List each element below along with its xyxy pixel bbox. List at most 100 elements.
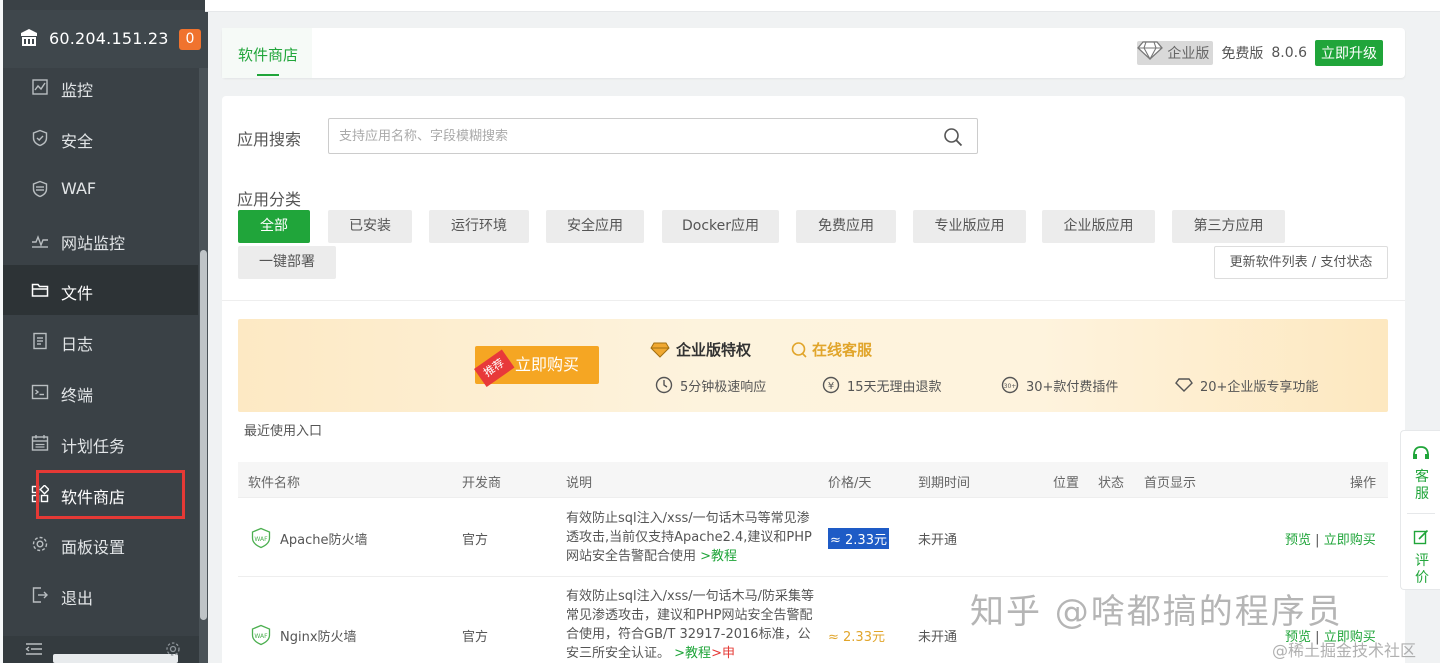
row-actions: 预览 | 立即购买 [1285, 529, 1376, 548]
category-label: 应用分类 [237, 190, 302, 209]
software-name-label: Apache防火墙 [280, 532, 368, 548]
upgrade-button[interactable]: 立即升级 [1315, 40, 1383, 66]
sidebar-item-waf[interactable]: WAF [3, 164, 198, 214]
sidebar-item-label: 日志 [61, 335, 94, 354]
sidebar-item-label: 退出 [61, 589, 94, 608]
tutorial-link[interactable]: >教程 [674, 646, 711, 661]
sidebar-item-logout[interactable]: 退出 [3, 570, 198, 620]
desc-text: 有效防止sql注入/xss/一句话木马等常见渗透攻击,当前仅支持Apache2.… [566, 511, 812, 564]
sidebar-item-label: 终端 [61, 386, 94, 405]
svg-text:WAF: WAF [254, 536, 268, 543]
col-location: 位置 [1053, 476, 1080, 491]
tab-bar: 软件商店 企业版 免费版 8.0.6 立即升级 [222, 28, 1405, 78]
category-security[interactable]: 安全应用 [546, 210, 644, 243]
sidebar-item-label: 监控 [61, 81, 94, 100]
software-price: ≈ 2.33元 [828, 630, 885, 645]
col-expire: 到期时间 [918, 476, 971, 491]
sidebar-item-label: WAF [61, 179, 97, 198]
calendar-icon [31, 435, 49, 451]
sidebar-footer [3, 636, 199, 663]
sidebar-item-logs[interactable]: 日志 [3, 316, 198, 366]
sidebar-scrollbar-thumb[interactable] [200, 250, 207, 620]
category-all[interactable]: 全部 [238, 210, 310, 243]
enterprise-edition-label: 企业版 [1167, 46, 1210, 62]
search-icon[interactable] [943, 127, 963, 147]
sidebar-item-terminal[interactable]: 终端 [3, 367, 198, 417]
sidebar: 60.204.151.23 0 监控 安全 WAF 网站监控 文件 日志 终端 … [0, 0, 208, 663]
sidebar-item-security[interactable]: 安全 [3, 113, 198, 163]
watermark-sub: @稀土掘金技术社区 [1272, 641, 1417, 660]
collapse-menu-icon[interactable] [25, 642, 43, 656]
software-name: WAF Nginx防火墙 [250, 624, 357, 646]
search-input[interactable] [329, 119, 929, 153]
col-homepage: 首页显示 [1144, 476, 1197, 491]
logout-icon [32, 587, 48, 603]
waf-shield-icon [32, 180, 48, 198]
server-header: 60.204.151.23 0 [3, 10, 208, 68]
shield-icon [32, 129, 48, 147]
category-enterprise[interactable]: 企业版应用 [1042, 210, 1155, 243]
settings-gear-icon[interactable] [165, 641, 181, 657]
monitor-icon [32, 79, 48, 95]
sidebar-item-files[interactable]: 文件 [3, 265, 198, 315]
col-status: 状态 [1098, 476, 1125, 491]
sidebar-item-site-monitor[interactable]: 网站监控 [3, 215, 198, 265]
feature-refund: ¥ 15天无理由退款 [821, 375, 942, 395]
sidebar-item-cron[interactable]: 计划任务 [3, 418, 198, 468]
top-strip [205, 0, 1440, 12]
svg-text:30+: 30+ [1004, 383, 1017, 390]
table-row[interactable]: WAF Apache防火墙 官方 有效防止sql注入/xss/一句话木马等常见渗… [238, 499, 1388, 577]
enterprise-edition-tag[interactable]: 企业版 [1137, 41, 1214, 65]
recent-entry-label: 最近使用入口 [244, 424, 323, 439]
refresh-list-button[interactable]: 更新软件列表 / 支付状态 [1214, 246, 1388, 279]
diamond-icon [1137, 41, 1164, 61]
online-service-link[interactable]: 在线客服 [790, 339, 872, 360]
floating-service-panel: 客服 评价 [1400, 430, 1440, 590]
notification-badge[interactable]: 0 [179, 29, 201, 50]
software-desc: 有效防止sql注入/xss/一句话木马/防采集等常见渗透攻击，建议和PHP网站安… [566, 587, 816, 663]
search-box[interactable] [328, 118, 978, 154]
col-vendor: 开发商 [462, 476, 502, 491]
review-button[interactable]: 评价 [1411, 553, 1433, 587]
footer-bar [53, 654, 178, 663]
online-service-label: 在线客服 [812, 341, 873, 359]
plugin-badge-icon: 30+ [1001, 376, 1019, 394]
tutorial-link[interactable]: >教程 [700, 549, 737, 564]
waf-icon: WAF [251, 527, 271, 549]
category-runtime[interactable]: 运行环境 [429, 210, 529, 243]
sidebar-item-label: 文件 [61, 284, 94, 303]
col-desc: 说明 [566, 476, 593, 491]
chat-bubble-icon [791, 341, 807, 358]
sidebar-item-label: 安全 [61, 132, 94, 151]
divider [222, 300, 1405, 301]
apply-link[interactable]: >申 [711, 646, 735, 661]
feature-fast-response: 5分钟极速响应 [654, 375, 766, 395]
active-tab-underline [257, 74, 279, 76]
server-ip[interactable]: 60.204.151.23 [49, 29, 169, 48]
category-one-click[interactable]: 一键部署 [238, 246, 336, 279]
sidebar-item-monitor[interactable]: 监控 [3, 62, 198, 112]
category-pro[interactable]: 专业版应用 [913, 210, 1026, 243]
terminal-icon [31, 384, 49, 400]
category-docker[interactable]: Docker应用 [662, 210, 779, 243]
separator: | [1315, 533, 1320, 548]
diamond-outline-icon [1175, 378, 1193, 392]
customer-service-button[interactable]: 客服 [1411, 469, 1433, 503]
category-third-party[interactable]: 第三方应用 [1172, 210, 1285, 243]
sidebar-item-label: 计划任务 [61, 437, 126, 456]
software-expire: 未开通 [918, 630, 958, 645]
sidebar-item-settings[interactable]: 面板设置 [3, 519, 198, 569]
svg-text:WAF: WAF [254, 633, 268, 640]
version-area: 企业版 免费版 8.0.6 立即升级 [1137, 40, 1383, 66]
software-expire: 未开通 [918, 533, 958, 548]
feature-label: 20+企业版专享功能 [1200, 379, 1319, 395]
enterprise-privilege-label: 企业版特权 [676, 341, 752, 359]
preview-link[interactable]: 预览 [1285, 533, 1311, 548]
feature-label: 30+款付费插件 [1026, 379, 1119, 395]
app-store-highlight [36, 470, 185, 519]
category-free[interactable]: 免费应用 [796, 210, 896, 243]
category-installed[interactable]: 已安装 [328, 210, 412, 243]
buy-link[interactable]: 立即购买 [1324, 533, 1376, 548]
search-label: 应用搜索 [237, 130, 302, 149]
tab-app-store[interactable]: 软件商店 [238, 44, 298, 65]
